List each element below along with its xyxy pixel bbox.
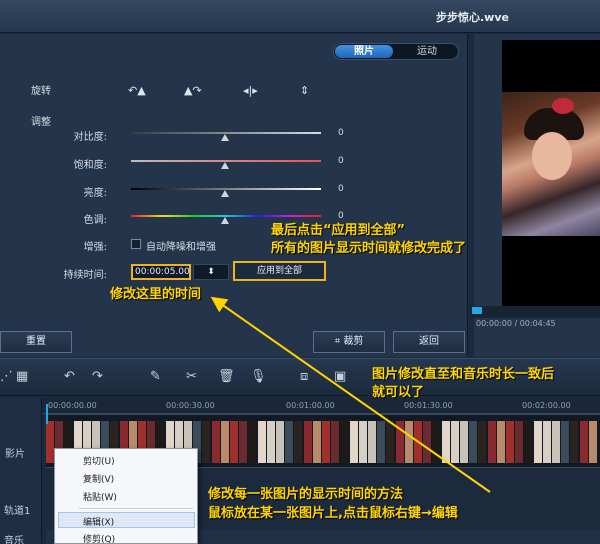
annotation-arrows (210, 296, 491, 493)
annotation-apply-line2: 所有的图片显示时间就修改完成了 (271, 241, 467, 256)
annotation-apply-line1: 最后点击“应用到全部” (271, 223, 406, 238)
annotation-duration: 修改这里的时间 (110, 287, 202, 302)
annotation-edit-line2: 鼠标放在某一张图片上,点击鼠标右键→编辑 (208, 506, 458, 521)
annotation-edit-line1: 修改每一张图片的显示时间的方法 (208, 487, 404, 502)
annotation-music-line1: 图片修改直至和音乐时长一致后 (372, 367, 555, 382)
annotation-arrow (210, 296, 491, 493)
annotation-music-line2: 就可以了 (372, 385, 425, 400)
